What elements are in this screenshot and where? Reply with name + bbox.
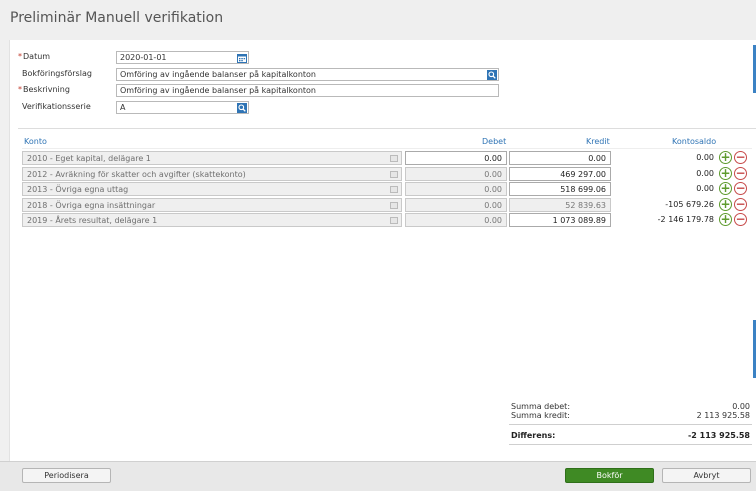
- search-icon[interactable]: [237, 103, 247, 113]
- bokforingsforslag-field[interactable]: Omföring av ingående balanser på kapital…: [116, 68, 499, 81]
- kredit-field[interactable]: 1 073 089.89: [509, 213, 611, 227]
- beskrivning-value: Omföring av ingående balanser på kapital…: [120, 86, 316, 95]
- periodisera-button[interactable]: Periodisera: [22, 468, 111, 483]
- bokforingsforslag-label: Bokföringsförslag: [22, 69, 92, 78]
- account-field[interactable]: 2013 - Övriga egna uttag: [22, 182, 402, 196]
- header-divider: [22, 148, 752, 149]
- kontosaldo-value: -105 679.26: [665, 200, 714, 209]
- account-field[interactable]: 2010 - Eget kapital, delägare 1: [22, 151, 402, 165]
- remove-row-icon[interactable]: −: [734, 151, 747, 164]
- debet-field[interactable]: 0.00: [405, 151, 507, 165]
- account-lookup-icon[interactable]: [390, 202, 398, 209]
- required-marker: *: [18, 85, 22, 94]
- summary-divider: [509, 424, 752, 425]
- calendar-icon[interactable]: [237, 53, 247, 63]
- datum-field[interactable]: 2020-01-01: [116, 51, 249, 64]
- summa-debet-value: 0.00: [732, 402, 750, 411]
- debet-field[interactable]: 0.00: [405, 198, 507, 212]
- header-kredit[interactable]: Kredit: [586, 137, 610, 146]
- verifikationsserie-label: Verifikationsserie: [22, 102, 91, 111]
- summa-debet-label: Summa debet:: [511, 402, 571, 411]
- header-debet[interactable]: Debet: [482, 137, 506, 146]
- verifikationsserie-value: A: [120, 103, 126, 112]
- account-field[interactable]: 2012 - Avräkning för skatter och avgifte…: [22, 167, 402, 181]
- bokfor-button[interactable]: Bokför: [565, 468, 654, 483]
- summa-kredit-label: Summa kredit:: [511, 411, 570, 420]
- add-row-icon[interactable]: +: [719, 151, 732, 164]
- account-lookup-icon[interactable]: [390, 155, 398, 162]
- kredit-field[interactable]: 52 839.63: [509, 198, 611, 212]
- summary-divider-bottom: [509, 444, 752, 445]
- search-icon[interactable]: [487, 70, 497, 80]
- bokforingsforslag-value: Omföring av ingående balanser på kapital…: [120, 70, 316, 79]
- remove-row-icon[interactable]: −: [734, 213, 747, 226]
- add-row-icon[interactable]: +: [719, 167, 732, 180]
- window-titlebar: Preliminär Manuell verifikation: [0, 0, 756, 40]
- debet-field[interactable]: 0.00: [405, 213, 507, 227]
- header-konto[interactable]: Konto: [24, 137, 47, 146]
- kontosaldo-value: 0.00: [696, 169, 714, 178]
- verifikationsserie-field[interactable]: A: [116, 101, 249, 114]
- form-divider: [18, 128, 756, 129]
- account-lookup-icon[interactable]: [390, 217, 398, 224]
- kredit-field[interactable]: 0.00: [509, 151, 611, 165]
- header-kontosaldo[interactable]: Kontosaldo: [672, 137, 716, 146]
- debet-field[interactable]: 0.00: [405, 182, 507, 196]
- summa-kredit-value: 2 113 925.58: [696, 411, 750, 420]
- kredit-field[interactable]: 518 699.06: [509, 182, 611, 196]
- kontosaldo-value: 0.00: [696, 153, 714, 162]
- kontosaldo-value: 0.00: [696, 184, 714, 193]
- page-title: Preliminär Manuell verifikation: [10, 10, 224, 26]
- remove-row-icon[interactable]: −: [734, 182, 747, 195]
- account-field[interactable]: 2019 - Årets resultat, delägare 1: [22, 213, 402, 227]
- add-row-icon[interactable]: +: [719, 213, 732, 226]
- account-lookup-icon[interactable]: [390, 186, 398, 193]
- remove-row-icon[interactable]: −: [734, 167, 747, 180]
- datum-value: 2020-01-01: [120, 53, 167, 62]
- account-lookup-icon[interactable]: [390, 171, 398, 178]
- kredit-field[interactable]: 469 297.00: [509, 167, 611, 181]
- avbryt-button[interactable]: Avbryt: [662, 468, 751, 483]
- add-row-icon[interactable]: +: [719, 182, 732, 195]
- required-marker: *: [18, 52, 22, 61]
- datum-label: *Datum: [18, 52, 51, 61]
- remove-row-icon[interactable]: −: [734, 198, 747, 211]
- account-field[interactable]: 2018 - Övriga egna insättningar: [22, 198, 402, 212]
- differens-value: -2 113 925.58: [687, 431, 750, 440]
- differens-label: Differens:: [511, 431, 556, 440]
- kontosaldo-value: -2 146 179.78: [657, 215, 714, 224]
- beskrivning-field[interactable]: Omföring av ingående balanser på kapital…: [116, 84, 499, 97]
- beskrivning-label: *Beskrivning: [18, 85, 70, 94]
- debet-field[interactable]: 0.00: [405, 167, 507, 181]
- add-row-icon[interactable]: +: [719, 198, 732, 211]
